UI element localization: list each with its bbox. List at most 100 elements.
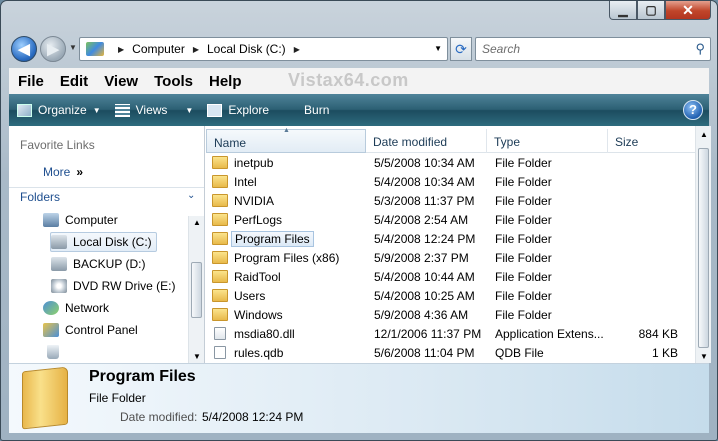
- column-header-date[interactable]: Date modified: [366, 129, 487, 153]
- menu-view[interactable]: View: [96, 73, 146, 90]
- tree-item-local-disk[interactable]: Local Disk (C:): [50, 232, 157, 252]
- cell-date: 5/4/2008 10:44 AM: [374, 269, 475, 284]
- double-chevron-icon: »: [76, 165, 84, 179]
- table-row[interactable]: Program Files 5/4/2008 12:24 PM File Folde…: [206, 229, 695, 248]
- scroll-down-icon[interactable]: ▼: [193, 352, 201, 361]
- tree-item-network[interactable]: Network: [43, 298, 109, 318]
- tree-item-backup[interactable]: BACKUP (D:): [51, 254, 145, 274]
- cell-date: 5/4/2008 12:24 PM: [374, 231, 476, 246]
- table-row[interactable]: inetpub 5/5/2008 10:34 AM File Folder: [206, 153, 695, 172]
- table-row[interactable]: rules.qdb 5/6/2008 11:04 PM QDB File 1 KB: [206, 343, 695, 362]
- folder-icon: [212, 213, 228, 226]
- menu-edit[interactable]: Edit: [52, 73, 96, 90]
- tree-item-control-panel[interactable]: Control Panel: [43, 320, 138, 340]
- search-placeholder: Search: [482, 42, 521, 56]
- table-row[interactable]: msdia80.dll 12/1/2006 11:37 PM Application…: [206, 324, 695, 343]
- search-icon[interactable]: ⚲: [695, 41, 705, 57]
- table-row[interactable]: NVIDIA 5/3/2008 11:37 PM File Folder: [206, 191, 695, 210]
- address-bar[interactable]: ▶ Computer ▶ Local Disk (C:) ▶ ▼: [79, 37, 448, 61]
- scroll-up-icon[interactable]: ▲: [193, 218, 201, 227]
- table-row[interactable]: Intel 5/4/2008 10:34 AM File Folder: [206, 172, 695, 191]
- menu-help[interactable]: Help: [201, 73, 250, 90]
- back-button[interactable]: ◀: [11, 36, 37, 62]
- tree-item-computer[interactable]: Computer: [43, 210, 118, 230]
- file-list: ▲ Name Date modified Type Size inetpub 5/…: [206, 126, 711, 363]
- views-button[interactable]: Views ▼: [114, 103, 193, 117]
- file-name: Program Files (x86): [234, 250, 340, 265]
- navigation-pane: Favorite Links More» Folders ⌄ Computer …: [9, 126, 205, 363]
- table-row[interactable]: RaidTool 5/4/2008 10:44 AM File Folder: [206, 267, 695, 286]
- watermark: Vistax64.com: [288, 70, 409, 90]
- folder-icon: [212, 175, 228, 188]
- column-header-size[interactable]: Size: [608, 129, 695, 153]
- control-panel-icon: [43, 323, 59, 337]
- file-name: RaidTool: [234, 269, 281, 284]
- tree-label: BACKUP (D:): [73, 257, 146, 271]
- folder-icon: [212, 194, 228, 207]
- minimize-button[interactable]: ▁: [609, 1, 637, 20]
- breadcrumb-separator-icon[interactable]: ▶: [294, 45, 300, 54]
- cell-type: File Folder: [495, 155, 552, 170]
- file-list-scrollbar[interactable]: ▲ ▼: [695, 126, 711, 363]
- cell-name: Users: [206, 289, 366, 303]
- table-row[interactable]: Users 5/4/2008 10:25 AM File Folder: [206, 286, 695, 305]
- table-row[interactable]: Program Files (x86) 5/9/2008 2:37 PM File …: [206, 248, 695, 267]
- burn-button[interactable]: Burn: [283, 103, 329, 117]
- cell-name: Windows: [206, 308, 366, 322]
- scroll-up-icon[interactable]: ▲: [700, 130, 708, 139]
- details-date-value: 5/4/2008 12:24 PM: [202, 410, 304, 424]
- column-header-name[interactable]: ▲ Name: [206, 127, 366, 153]
- nav-scrollbar[interactable]: ▲ ▼: [188, 216, 204, 363]
- cell-date: 5/5/2008 10:34 AM: [374, 155, 475, 170]
- breadcrumb-separator-icon[interactable]: ▶: [193, 45, 199, 54]
- column-label: Date modified: [373, 135, 448, 149]
- menu-tools[interactable]: Tools: [146, 73, 201, 90]
- table-row[interactable]: PerfLogs 5/4/2008 2:54 AM File Folder: [206, 210, 695, 229]
- details-type: File Folder: [89, 391, 146, 405]
- cell-type: QDB File: [495, 345, 544, 360]
- forward-button[interactable]: ▶: [40, 36, 66, 62]
- cell-name: Intel: [206, 175, 366, 189]
- cell-name: Program Files (x86): [206, 251, 366, 265]
- column-header-type[interactable]: Type: [487, 129, 608, 153]
- cell-type: File Folder: [495, 269, 552, 284]
- scroll-thumb[interactable]: [191, 262, 202, 318]
- cell-type: File Folder: [495, 174, 552, 189]
- hard-disk-icon: [51, 235, 67, 249]
- column-headers: ▲ Name Date modified Type Size: [206, 127, 695, 153]
- file-icon: [214, 346, 226, 359]
- close-button[interactable]: ✕: [665, 1, 711, 20]
- maximize-button[interactable]: ▢: [637, 1, 665, 20]
- scroll-thumb[interactable]: [698, 148, 709, 348]
- tree-item-dvd[interactable]: DVD RW Drive (E:): [51, 276, 175, 296]
- organize-icon: [17, 103, 32, 117]
- more-link[interactable]: More »: [43, 165, 83, 179]
- cell-type: File Folder: [495, 212, 552, 227]
- table-row[interactable]: Windows 5/9/2008 4:36 AM File Folder: [206, 305, 695, 324]
- scroll-down-icon[interactable]: ▼: [700, 352, 708, 361]
- content-area: Favorite Links More» Folders ⌄ Computer …: [9, 126, 711, 363]
- cell-name: PerfLogs: [206, 213, 366, 227]
- recent-pages-dropdown[interactable]: ▼: [69, 43, 77, 52]
- cell-date: 5/4/2008 10:34 AM: [374, 174, 475, 189]
- cell-date: 12/1/2006 11:37 PM: [374, 326, 482, 341]
- help-button[interactable]: ?: [683, 100, 703, 120]
- organize-button[interactable]: Organize ▼: [17, 103, 101, 117]
- column-label: Type: [494, 135, 521, 149]
- breadcrumb-local-disk[interactable]: Local Disk (C:): [207, 42, 286, 56]
- menu-file[interactable]: File: [9, 73, 52, 90]
- explore-label: Explore: [228, 103, 270, 117]
- address-dropdown-icon[interactable]: ▼: [434, 44, 442, 53]
- file-name: Users: [234, 288, 266, 303]
- cell-date: 5/6/2008 11:04 PM: [374, 345, 475, 360]
- column-label: Name: [214, 136, 247, 150]
- tree-item-recycle-bin[interactable]: [47, 342, 65, 362]
- breadcrumb-computer[interactable]: Computer: [132, 42, 185, 56]
- search-input[interactable]: Search ⚲: [475, 37, 711, 61]
- folder-icon: [212, 270, 228, 283]
- explore-button[interactable]: Explore: [207, 103, 269, 117]
- refresh-button[interactable]: ⟳: [450, 37, 472, 61]
- chevron-down-icon[interactable]: ⌄: [187, 190, 195, 201]
- folders-header[interactable]: Folders: [20, 190, 60, 204]
- breadcrumb-separator-icon[interactable]: ▶: [118, 45, 124, 54]
